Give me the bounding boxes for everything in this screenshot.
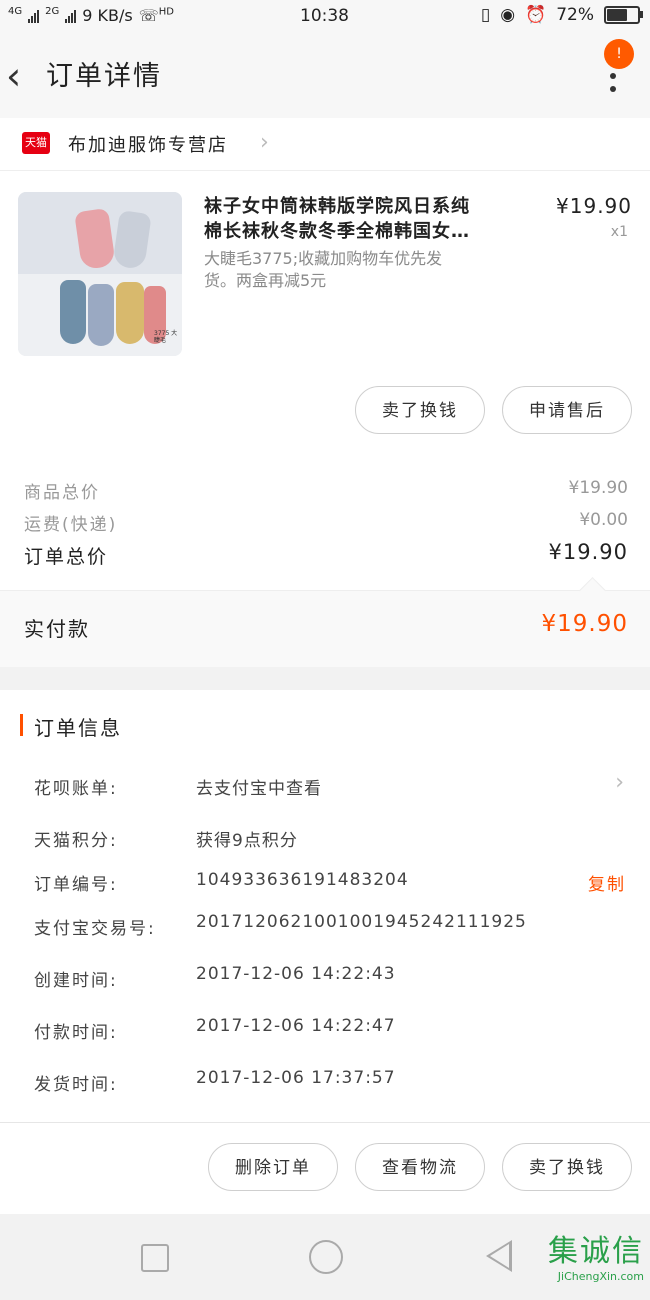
alipay-trade-no-value: 2017120621001001945242111925 (196, 912, 527, 932)
battery-fill (607, 9, 628, 21)
signal-icon-2 (65, 9, 77, 23)
vibrate-off-icon: ▯ (480, 5, 491, 25)
image-caption: 3775 大睫毛 (154, 330, 178, 344)
caret-up-icon (579, 577, 606, 604)
network-type-2g: 2G (45, 6, 60, 17)
watermark-text-en: JiChengXin.com (557, 1270, 644, 1283)
paid-time-label: 付款时间: (34, 1023, 118, 1043)
huabei-bill-value[interactable]: 去支付宝中查看 (196, 774, 322, 799)
hd-call-icon: ☏HD (138, 6, 174, 25)
battery-percent: 72% (556, 5, 594, 25)
product-spec-line-2: 货。两盒再减5元 (204, 271, 327, 290)
battery-icon (604, 6, 643, 24)
product-title[interactable]: 袜子女中筒袜韩版学院风日系纯 棉长袜秋冬款冬季全棉韩国女… (204, 194, 534, 244)
back-triangle-icon[interactable] (486, 1240, 512, 1272)
rotation-lock-icon: ◉ (500, 5, 516, 25)
order-total-value: ¥19.90 (548, 540, 628, 564)
product-quantity: x1 (610, 224, 628, 240)
tmall-logo: 天猫 (22, 132, 50, 154)
status-bar: 4G 2G 9 KB/s ☏HD 10:38 ▯ ◉ ⏰ 72% (0, 0, 650, 32)
created-time-label: 创建时间: (34, 971, 118, 991)
product-title-line-1: 袜子女中筒袜韩版学院风日系纯 (204, 196, 470, 217)
goods-total-label: 商品总价 (24, 483, 100, 503)
paid-label: 实付款 (24, 617, 90, 641)
paid-value: ¥19.90 (541, 611, 628, 637)
order-info-heading: 订单信息 (34, 716, 122, 740)
huabei-bill-label: 花呗账单: (34, 779, 118, 799)
home-icon[interactable] (309, 1240, 343, 1274)
product-spec-line-1: 大睫毛3775;收藏加购物车优先发 (204, 249, 443, 268)
store-name[interactable]: 布加迪服饰专营店 (68, 131, 228, 157)
status-left: 4G 2G 9 KB/s ☏HD (8, 6, 174, 25)
watermark-logo: 集诚信 JiChengXin.com (548, 1226, 644, 1283)
notification-badge[interactable]: ! (604, 39, 634, 69)
sell-for-cash-bottom-button[interactable]: 卖了换钱 (502, 1143, 632, 1191)
order-info-section: 订单信息 花呗账单: 去支付宝中查看 › 天猫积分: 获得9点积分 订单编号: … (0, 690, 650, 1122)
tmall-points-label: 天猫积分: (34, 831, 118, 851)
tmall-points-value: 获得9点积分 (196, 831, 298, 851)
shipped-time-value: 2017-12-06 17:37:57 (196, 1068, 396, 1088)
sell-for-cash-button[interactable]: 卖了换钱 (355, 386, 485, 434)
back-arrow-icon[interactable]: ‹ (6, 56, 21, 96)
copy-order-number-button[interactable]: 复制 (588, 870, 626, 895)
sock-shape (116, 282, 144, 344)
product-spec: 大睫毛3775;收藏加购物车优先发 货。两盒再减5元 (204, 248, 534, 292)
paid-row: 实付款 ¥19.90 (0, 577, 650, 667)
signal-icon (28, 9, 40, 23)
shipped-time-label: 发货时间: (34, 1075, 118, 1095)
hd-label: HD (158, 6, 174, 18)
product-image-bottom: 3775 大睫毛 (18, 274, 182, 356)
alipay-trade-no-label: 支付宝交易号: (34, 919, 156, 939)
shipping-value: ¥0.00 (579, 510, 628, 530)
view-logistics-button[interactable]: 查看物流 (355, 1143, 485, 1191)
order-total-label: 订单总价 (24, 546, 109, 568)
network-type-4g: 4G (8, 6, 23, 17)
clock: 10:38 (300, 6, 349, 26)
nav-bar: ‹ 订单详情 ! (0, 32, 650, 118)
system-nav-bar: 集诚信 JiChengXin.com (0, 1214, 650, 1300)
order-card: 天猫 布加迪服饰专营店 › 3775 大睫毛 袜子女中筒袜韩版学院风日系纯 棉长… (0, 118, 650, 667)
store-row[interactable]: 天猫 布加迪服饰专营店 › (0, 118, 650, 171)
sock-shape (60, 280, 86, 344)
section-accent-bar (20, 714, 23, 736)
created-time-value: 2017-12-06 14:22:43 (196, 964, 396, 984)
delete-order-button[interactable]: 删除订单 (208, 1143, 338, 1191)
apply-aftersale-button[interactable]: 申请售后 (502, 386, 632, 434)
chevron-right-icon: › (260, 130, 269, 155)
chevron-right-icon[interactable]: › (615, 770, 624, 795)
page-title: 订单详情 (46, 61, 162, 92)
product-title-line-2: 棉长袜秋冬款冬季全棉韩国女… (204, 221, 470, 242)
status-right: ▯ ◉ ⏰ 72% (480, 5, 643, 25)
watermark-text-cn: 集诚信 (548, 1234, 644, 1269)
product-image[interactable]: 3775 大睫毛 (18, 192, 182, 356)
bottom-action-bar: 删除订单 查看物流 卖了换钱 (0, 1122, 650, 1215)
recent-apps-icon[interactable] (141, 1244, 169, 1272)
product-price: ¥19.90 (556, 194, 632, 218)
order-number-value: 104933636191483204 (196, 870, 409, 890)
shipping-label: 运费(快递) (24, 515, 118, 535)
alarm-icon: ⏰ (525, 5, 547, 25)
sock-shape (88, 284, 114, 346)
order-number-label: 订单编号: (34, 875, 118, 895)
sock-shape (74, 207, 116, 271)
goods-total-value: ¥19.90 (568, 478, 628, 498)
sock-shape (112, 210, 152, 270)
product-image-top (18, 192, 182, 274)
network-speed: 9 KB/s (82, 6, 133, 25)
paid-time-value: 2017-12-06 14:22:47 (196, 1016, 396, 1036)
